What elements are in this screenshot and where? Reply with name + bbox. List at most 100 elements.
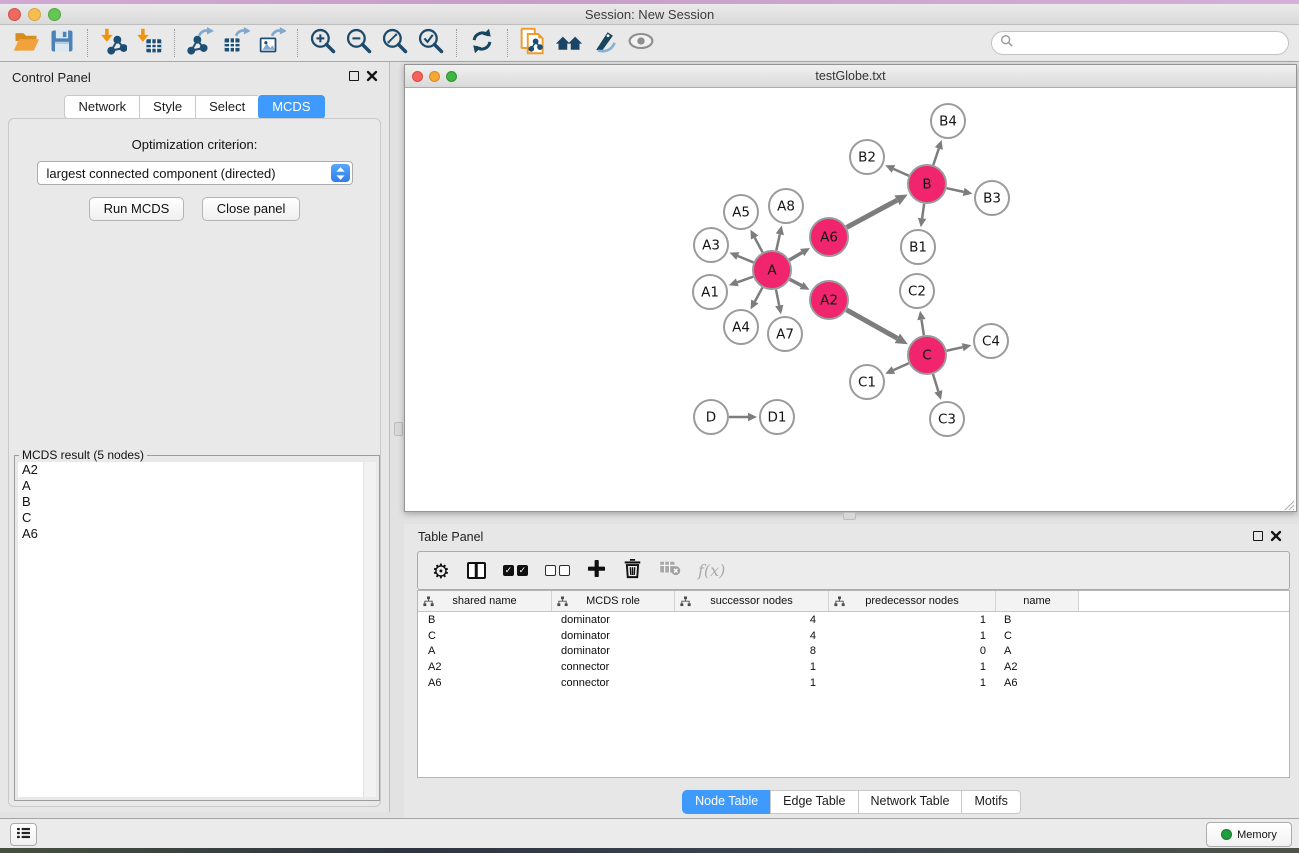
tab-mcds[interactable]: MCDS bbox=[258, 95, 324, 119]
edge-A-A1[interactable] bbox=[737, 277, 753, 283]
mcds-result-list[interactable]: A2ABCA6 bbox=[18, 462, 376, 797]
apply-layout-button[interactable] bbox=[464, 27, 500, 59]
network-window-titlebar[interactable]: testGlobe.txt bbox=[405, 65, 1296, 88]
zoom-fit-button[interactable] bbox=[377, 27, 413, 59]
node-label-B2: B2 bbox=[858, 150, 876, 166]
arrowhead-icon bbox=[729, 278, 739, 286]
tab-network[interactable]: Network bbox=[64, 95, 139, 119]
first-neighbors-button[interactable] bbox=[551, 27, 587, 59]
tab-select[interactable]: Select bbox=[195, 95, 258, 119]
result-node-item[interactable]: A bbox=[18, 478, 376, 494]
edge-A-A3[interactable] bbox=[738, 256, 754, 262]
tab-style[interactable]: Style bbox=[139, 95, 195, 119]
table-row[interactable]: Bdominator41B bbox=[418, 612, 1289, 628]
table-mode-button[interactable]: ⚙ bbox=[432, 561, 450, 581]
search-input[interactable] bbox=[1014, 34, 1288, 52]
node-label-B4: B4 bbox=[939, 114, 957, 130]
edge-B-B1[interactable] bbox=[922, 204, 924, 218]
zoom-selected-button[interactable] bbox=[413, 27, 449, 59]
show-columns-button[interactable] bbox=[467, 562, 486, 579]
result-node-item[interactable]: C bbox=[18, 510, 376, 526]
export-table-button[interactable] bbox=[218, 27, 254, 59]
vertical-splitter-grip[interactable] bbox=[394, 422, 403, 436]
table-tabs: Node Table Edge Table Network Table Moti… bbox=[404, 790, 1299, 814]
edge-A-A5[interactable] bbox=[755, 238, 763, 253]
edge-A6-B[interactable] bbox=[847, 200, 898, 227]
cell-successor-nodes: 4 bbox=[675, 614, 829, 626]
run-mcds-button[interactable]: Run MCDS bbox=[89, 197, 185, 221]
close-panel-button[interactable]: Close panel bbox=[202, 197, 301, 221]
edge-C-C4[interactable] bbox=[947, 347, 963, 351]
tab-node-table[interactable]: Node Table bbox=[682, 790, 770, 814]
table-row[interactable]: A6connector11A6 bbox=[418, 675, 1289, 691]
show-graphics-details-button[interactable] bbox=[587, 27, 623, 59]
memory-button[interactable]: Memory bbox=[1206, 822, 1292, 847]
toolbar-separator bbox=[297, 29, 298, 57]
network-canvas[interactable]: AA6A2BCA5A8A3A1A4A7B2B4B3B1C2C4C1C3DD1 bbox=[405, 88, 1296, 511]
edge-A2-C[interactable] bbox=[846, 310, 897, 339]
export-image-button[interactable] bbox=[254, 27, 290, 59]
edge-A-A7[interactable] bbox=[776, 290, 779, 306]
close-panel-icon[interactable] bbox=[366, 70, 378, 82]
result-node-item[interactable]: B bbox=[18, 494, 376, 510]
open-session-button[interactable] bbox=[8, 27, 44, 59]
export-image-icon bbox=[258, 27, 286, 60]
search-field[interactable] bbox=[991, 31, 1289, 55]
import-network-button[interactable] bbox=[95, 27, 131, 59]
import-table-button[interactable] bbox=[131, 27, 167, 59]
edge-A-A4[interactable] bbox=[755, 288, 763, 302]
table-row[interactable]: Adominator80A bbox=[418, 643, 1289, 659]
task-history-button[interactable] bbox=[10, 823, 37, 846]
result-node-item[interactable]: A2 bbox=[18, 462, 376, 478]
tab-edge-table[interactable]: Edge Table bbox=[770, 790, 857, 814]
edge-B-B2[interactable] bbox=[893, 169, 908, 176]
eye-icon bbox=[627, 27, 655, 60]
control-panel: Control Panel Network Style Select MCDS … bbox=[0, 62, 390, 812]
delete-column-button[interactable] bbox=[623, 558, 642, 584]
tab-network-table[interactable]: Network Table bbox=[858, 790, 962, 814]
edge-C-C1[interactable] bbox=[893, 363, 908, 370]
result-scrollbar[interactable] bbox=[363, 462, 376, 797]
node-label-A2: A2 bbox=[820, 293, 838, 309]
arrowhead-icon bbox=[748, 413, 757, 421]
edge-B-B3[interactable] bbox=[947, 188, 964, 192]
node-label-A7: A7 bbox=[776, 327, 794, 343]
export-network-button[interactable] bbox=[182, 27, 218, 59]
table-row[interactable]: Cdominator41C bbox=[418, 628, 1289, 644]
edge-A-A2[interactable] bbox=[790, 279, 802, 285]
hide-details-button[interactable] bbox=[623, 27, 659, 59]
deselect-all-columns-button[interactable] bbox=[545, 565, 570, 576]
edge-C-C2[interactable] bbox=[921, 320, 923, 336]
optimization-criterion-select[interactable]: largest connected component (directed) bbox=[37, 161, 353, 185]
float-panel-icon[interactable] bbox=[1253, 531, 1263, 541]
select-all-columns-button[interactable]: ✓✓ bbox=[503, 565, 528, 576]
float-panel-icon[interactable] bbox=[349, 71, 359, 81]
column-header-name[interactable]: name bbox=[996, 591, 1079, 611]
column-type-icon bbox=[680, 596, 691, 610]
window-resize-grip[interactable] bbox=[1283, 498, 1295, 510]
column-header-shared-name[interactable]: shared name bbox=[418, 591, 552, 611]
zoom-out-button[interactable] bbox=[341, 27, 377, 59]
network-graph[interactable]: AA6A2BCA5A8A3A1A4A7B2B4B3B1C2C4C1C3DD1 bbox=[405, 88, 1296, 511]
edge-C-C3[interactable] bbox=[933, 374, 938, 391]
edge-A-A6[interactable] bbox=[789, 253, 802, 260]
node-label-A1: A1 bbox=[701, 285, 719, 301]
close-panel-icon[interactable] bbox=[1270, 530, 1282, 542]
clone-network-button[interactable] bbox=[515, 27, 551, 59]
column-header-successor-nodes[interactable]: successor nodes bbox=[675, 591, 829, 611]
horizontal-splitter-grip[interactable] bbox=[843, 512, 856, 520]
memory-label: Memory bbox=[1237, 829, 1277, 841]
save-session-button[interactable] bbox=[44, 27, 80, 59]
column-header-mcds-role[interactable]: MCDS role bbox=[552, 591, 675, 611]
result-node-item[interactable]: A6 bbox=[18, 526, 376, 542]
edge-B-B4[interactable] bbox=[933, 149, 939, 166]
zoom-fit-icon bbox=[381, 27, 409, 60]
create-column-button[interactable] bbox=[587, 559, 606, 583]
edge-A-A8[interactable] bbox=[776, 234, 780, 250]
column-header-predecessor-nodes[interactable]: predecessor nodes bbox=[829, 591, 996, 611]
node-label-C4: C4 bbox=[982, 334, 1000, 350]
tab-motifs[interactable]: Motifs bbox=[961, 790, 1020, 814]
zoom-in-button[interactable] bbox=[305, 27, 341, 59]
arrowhead-icon bbox=[775, 305, 783, 315]
table-row[interactable]: A2connector11A2 bbox=[418, 659, 1289, 675]
